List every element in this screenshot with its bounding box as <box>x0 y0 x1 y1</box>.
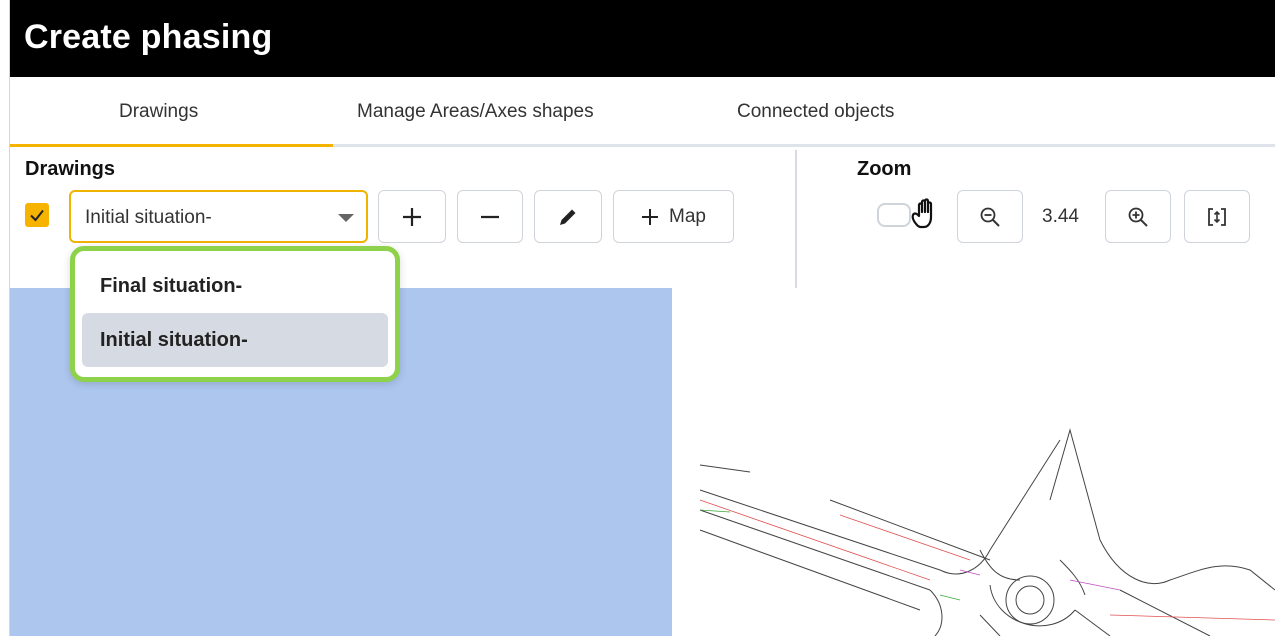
plus-icon <box>403 207 421 226</box>
pencil-icon <box>560 209 576 225</box>
remove-drawing-button[interactable] <box>457 190 523 243</box>
add-drawing-button[interactable] <box>378 190 446 243</box>
tab-connected-objects[interactable]: Connected objects <box>737 101 894 123</box>
roundabout-drawing <box>699 428 1275 636</box>
option-initial-situation[interactable]: Initial situation- <box>82 313 388 367</box>
minus-icon <box>481 215 499 218</box>
caret-down-icon <box>338 214 354 222</box>
zoom-out-button[interactable] <box>957 190 1023 243</box>
zoom-in-button[interactable] <box>1105 190 1171 243</box>
section-divider <box>795 150 797 288</box>
fit-height-icon <box>1208 207 1226 226</box>
tab-bar: Drawings Manage Areas/Axes shapes Connec… <box>10 77 1275 147</box>
drawing-select-value: Initial situation- <box>85 207 212 228</box>
add-map-button[interactable]: Map <box>613 190 734 243</box>
option-final-situation[interactable]: Final situation- <box>82 259 388 313</box>
drawing-visible-checkbox[interactable] <box>25 203 49 227</box>
zoom-out-icon <box>980 207 1000 227</box>
drawing-dropdown-menu: Final situation- Initial situation- <box>70 246 400 382</box>
zoom-section-label: Zoom <box>857 158 912 180</box>
zoom-in-icon <box>1128 207 1148 227</box>
title-bar: Create phasing <box>10 0 1275 77</box>
active-tab-indicator <box>10 144 333 147</box>
plus-icon <box>642 208 659 225</box>
drawing-select[interactable]: Initial situation- <box>69 190 368 243</box>
tab-manage-areas-axes-shapes[interactable]: Manage Areas/Axes shapes <box>357 101 594 123</box>
zoom-level-value: 3.44 <box>1042 206 1079 227</box>
drawings-section-label: Drawings <box>25 158 116 180</box>
tab-drawings[interactable]: Drawings <box>119 101 198 123</box>
pan-toggle[interactable] <box>877 203 911 227</box>
add-map-label: Map <box>669 205 706 227</box>
edit-drawing-button[interactable] <box>534 190 602 243</box>
hand-icon[interactable] <box>908 196 948 232</box>
left-edge-divider <box>0 0 10 636</box>
fit-height-button[interactable] <box>1184 190 1250 243</box>
check-icon <box>30 209 44 222</box>
window-title: Create phasing <box>24 18 273 56</box>
